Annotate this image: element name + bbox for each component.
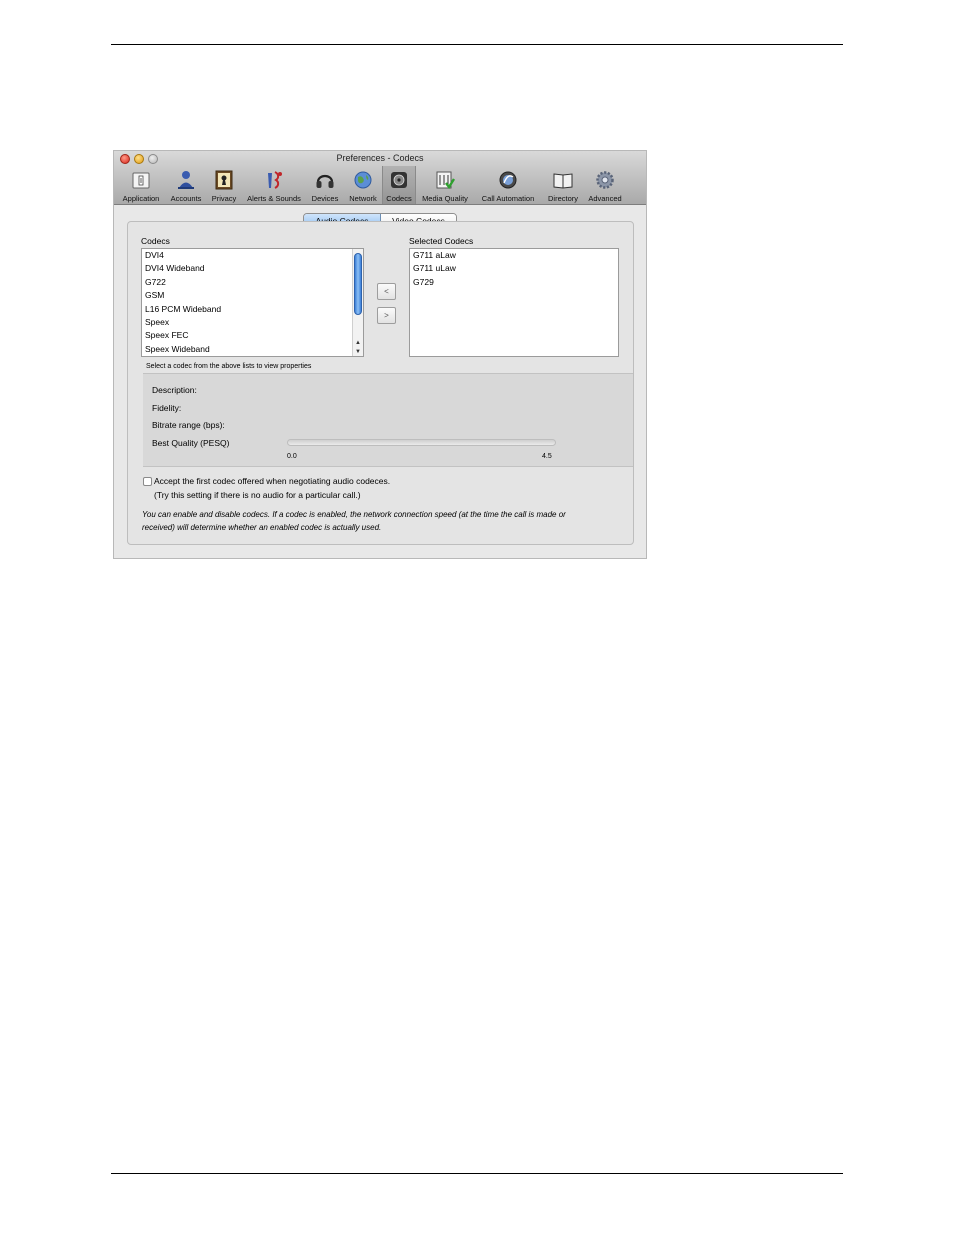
alerts-sounds-icon [268,171,282,189]
properties-hint: Select a codec from the above lists to v… [146,363,312,370]
toolbar-label: Advanced [588,194,622,203]
list-item[interactable]: Speex [142,316,363,329]
selected-codecs-label: Selected Codecs [409,236,474,246]
pesq-min-label: 0.0 [287,453,297,460]
application-icon [132,172,150,189]
window-titlebar: Preferences - Codecs Application Account… [114,151,646,205]
list-item[interactable]: GSM [142,289,363,302]
remove-codec-button[interactable]: < [377,283,396,300]
list-item[interactable]: G711 uLaw [410,262,618,275]
toolbar-item-advanced[interactable]: Advanced [587,166,623,204]
list-item[interactable]: G729 [410,276,618,289]
add-codec-button[interactable]: > [377,307,396,324]
accept-first-codec-hint: (Try this setting if there is no audio f… [154,490,361,500]
fidelity-label: Fidelity: [152,403,182,413]
description-label: Description: [152,385,197,395]
pesq-label: Best Quality (PESQ) [152,438,230,448]
codecs-list[interactable]: DVI4 DVI4 Wideband G722 GSM L16 PCM Wide… [141,248,364,357]
selected-codecs-list[interactable]: G711 aLaw G711 uLaw G729 [409,248,619,357]
codec-properties-box: Description: Fidelity: Bitrate range (bp… [143,373,633,467]
bitrate-label: Bitrate range (bps): [152,420,225,430]
codecs-icon [391,172,407,188]
list-item[interactable]: DVI4 Wideband [142,262,363,275]
list-item[interactable]: L16 PCM Wideband [142,303,363,316]
list-item[interactable]: G711 aLaw [410,249,618,262]
accounts-icon [178,171,194,189]
toolbar-item-application[interactable]: Application [119,166,163,204]
toolbar-item-call-automation[interactable]: Call Automation [478,166,538,204]
list-item[interactable]: G722 [142,276,363,289]
codecs-list-label: Codecs [141,236,170,246]
scroll-thumb[interactable] [354,253,362,315]
scroll-down-arrow-icon[interactable]: ▼ [353,349,363,355]
privacy-icon [215,170,233,190]
list-item[interactable]: DVI4 [142,249,363,262]
footer-note-line-1: You can enable and disable codecs. If a … [142,510,566,519]
accept-first-codec-checkbox[interactable] [143,477,152,486]
window-title: Preferences - Codecs [336,153,424,163]
headset-icon [316,174,334,188]
media-quality-icon [436,171,456,190]
toolbar-item-media-quality[interactable]: Media Quality [420,166,470,204]
codecs-scrollbar[interactable]: ▲ ▼ [352,249,363,356]
list-item[interactable]: Speex Wideband [142,343,363,356]
directory-book-icon [553,173,573,189]
page-header-rule [111,44,843,45]
advanced-gear-icon [596,171,614,189]
page-footer-rule [111,1173,843,1174]
pesq-quality-bar [287,439,556,446]
call-automation-icon [499,171,517,189]
preferences-window: Preferences - Codecs Application Account… [113,150,647,559]
toolbar-item-alerts-sounds[interactable]: Alerts & Sounds [245,166,303,204]
accept-first-codec-label: Accept the first codec offered when nego… [154,476,391,486]
footer-note-line-2: received) will determine whether an enab… [142,523,382,532]
scroll-up-arrow-icon[interactable]: ▲ [353,340,363,346]
pesq-max-label: 4.5 [542,453,552,460]
list-item[interactable]: Speex FEC [142,329,363,342]
network-globe-icon [354,171,372,189]
preferences-toolbar: Application Accounts Privacy Alerts & So… [114,166,646,204]
